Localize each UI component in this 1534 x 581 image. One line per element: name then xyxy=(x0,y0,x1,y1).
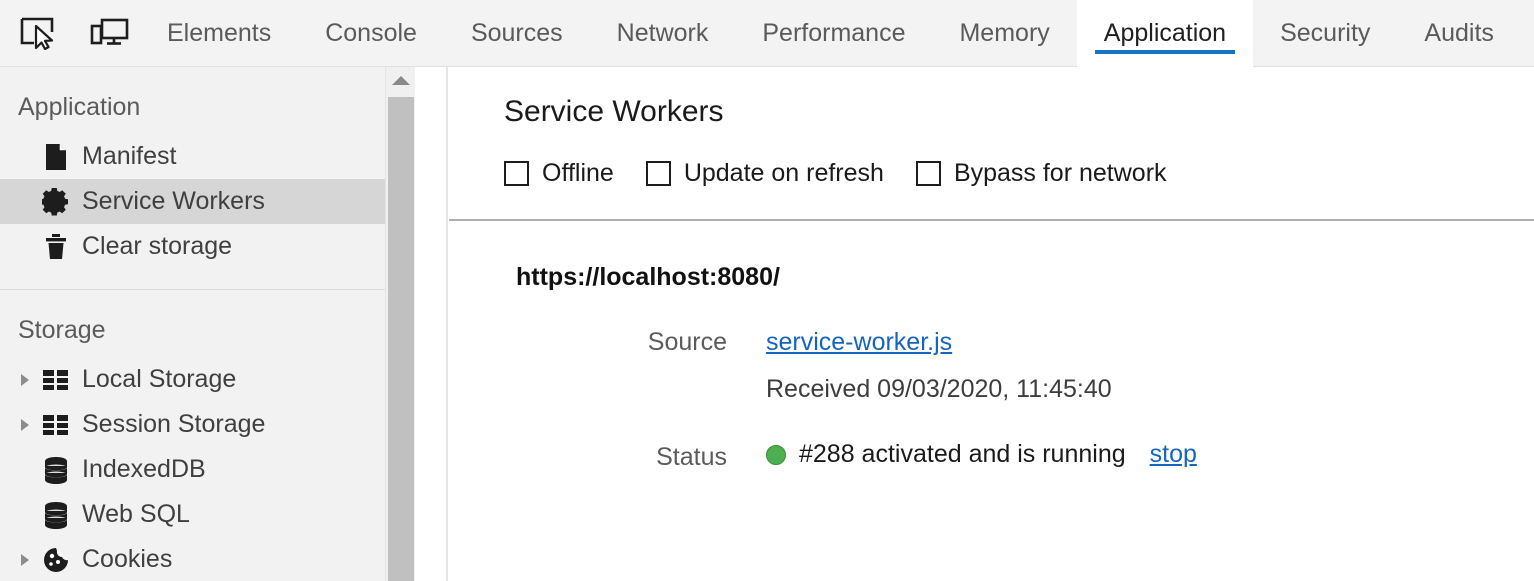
bypass-for-network-checkbox[interactable]: Bypass for network xyxy=(915,159,1167,187)
tab-label: Performance xyxy=(762,19,906,47)
tab-sources[interactable]: Sources xyxy=(444,0,590,67)
sidebar-item-cookies[interactable]: Cookies xyxy=(0,537,415,581)
checkbox-label: Offline xyxy=(542,159,614,187)
tab-label: Console xyxy=(325,19,417,47)
service-workers-panel: Service Workers Offline Update on refres… xyxy=(449,67,1534,581)
sidebar-section-title-storage: Storage xyxy=(18,316,106,344)
status-text: #288 activated and is running xyxy=(799,440,1126,468)
tab-memory[interactable]: Memory xyxy=(932,0,1076,67)
sidebar-item-label: Clear storage xyxy=(82,232,233,260)
devtools-tabbar: Elements Console Sources Network Perform… xyxy=(0,0,1534,67)
sidebar-section-title-application: Application xyxy=(18,93,141,121)
tab-elements[interactable]: Elements xyxy=(140,0,298,67)
sidebar-item-label: Service Workers xyxy=(82,187,265,215)
database-icon xyxy=(40,456,72,484)
source-value: service-worker.js xyxy=(727,330,952,355)
tab-console[interactable]: Console xyxy=(298,0,444,67)
sidebar-item-indexeddb[interactable]: IndexedDB xyxy=(0,447,415,492)
service-worker-detail: https://localhost:8080/ Source service-w… xyxy=(449,221,1534,470)
source-row: Source service-worker.js xyxy=(449,330,1534,355)
tab-label: Application xyxy=(1103,19,1227,47)
sidebar-scrollbar[interactable] xyxy=(385,67,415,581)
document-icon xyxy=(40,143,72,171)
stop-link[interactable]: stop xyxy=(1150,442,1197,467)
sidebar-item-manifest[interactable]: Manifest xyxy=(0,134,415,179)
page-title: Service Workers xyxy=(504,95,724,128)
sidebar-item-label: Cookies xyxy=(82,545,173,573)
expand-triangle-icon[interactable] xyxy=(18,372,40,388)
cookie-icon xyxy=(40,546,72,574)
checkbox-label: Bypass for network xyxy=(953,159,1167,187)
tab-performance[interactable]: Performance xyxy=(735,0,932,67)
tab-label: Elements xyxy=(167,19,272,47)
sidebar-item-local-storage[interactable]: Local Storage xyxy=(0,357,415,402)
tab-application[interactable]: Application xyxy=(1076,0,1254,67)
device-toolbar-icon[interactable] xyxy=(86,10,132,56)
checkbox-label: Update on refresh xyxy=(683,159,884,187)
tab-label: Security xyxy=(1280,19,1371,47)
tab-network[interactable]: Network xyxy=(590,0,736,67)
received-timestamp: Received 09/03/2020, 11:45:40 xyxy=(766,375,1112,403)
source-label: Source xyxy=(647,328,727,356)
devtools-window: Elements Console Sources Network Perform… xyxy=(0,0,1534,581)
tab-security[interactable]: Security xyxy=(1253,0,1397,67)
sidebar-item-clear-storage[interactable]: Clear storage xyxy=(0,224,415,269)
application-sidebar: Application Manifest Service Workers Cle… xyxy=(0,67,415,581)
gear-icon xyxy=(40,187,72,216)
tab-audits[interactable]: Audits xyxy=(1397,0,1520,67)
caret-up-icon[interactable] xyxy=(386,67,415,93)
status-label: Status xyxy=(656,442,727,471)
panel-splitter[interactable] xyxy=(446,67,448,581)
tab-label: Audits xyxy=(1424,19,1494,47)
checkbox-box[interactable] xyxy=(504,161,529,186)
service-worker-source-link[interactable]: service-worker.js xyxy=(766,330,952,355)
sidebar-item-label: IndexedDB xyxy=(82,455,206,483)
status-value: #288 activated and is running stop xyxy=(727,442,1197,467)
panel-tabs: Elements Console Sources Network Perform… xyxy=(140,0,1521,67)
service-worker-options: Offline Update on refresh Bypass for net… xyxy=(504,161,1534,186)
sidebar-item-session-storage[interactable]: Session Storage xyxy=(0,402,415,447)
checkbox-box[interactable] xyxy=(915,161,941,186)
sidebar-item-label: Web SQL xyxy=(82,500,190,528)
status-row: Status #288 activated and is running sto… xyxy=(449,442,1534,470)
tab-label: Sources xyxy=(470,19,563,47)
table-icon xyxy=(40,413,72,437)
sidebar-item-label: Session Storage xyxy=(82,410,266,438)
database-icon xyxy=(40,501,72,529)
sidebar-item-label: Manifest xyxy=(82,142,177,170)
sidebar-item-service-workers[interactable]: Service Workers xyxy=(0,179,415,224)
tab-label: Memory xyxy=(959,19,1050,47)
toolbar-icon-group xyxy=(0,0,140,66)
expand-triangle-icon[interactable] xyxy=(18,552,40,568)
checkbox-box[interactable] xyxy=(645,161,671,186)
service-workers-header: Service Workers Offline Update on refres… xyxy=(449,67,1534,186)
service-worker-origin: https://localhost:8080/ xyxy=(516,263,780,291)
update-on-refresh-checkbox[interactable]: Update on refresh xyxy=(645,159,884,187)
sidebar-item-web-sql[interactable]: Web SQL xyxy=(0,492,415,537)
sidebar-item-label: Local Storage xyxy=(82,365,237,393)
trash-icon xyxy=(40,233,72,261)
status-indicator-icon xyxy=(766,444,786,465)
tab-label: Network xyxy=(616,19,709,47)
offline-checkbox[interactable]: Offline xyxy=(504,161,614,186)
scrollbar-thumb[interactable] xyxy=(388,97,414,581)
table-icon xyxy=(40,368,72,392)
inspect-element-icon[interactable] xyxy=(14,10,60,56)
expand-triangle-icon[interactable] xyxy=(18,417,40,433)
